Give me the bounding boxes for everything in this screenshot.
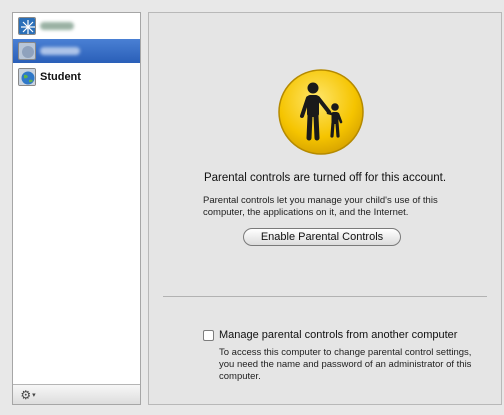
obscured-user-name: [40, 22, 74, 30]
user-list: Student ⚙ ▾: [12, 12, 141, 405]
chevron-down-icon: ▾: [32, 391, 36, 399]
status-title: Parental controls are turned off for thi…: [203, 172, 447, 184]
user-name: Student: [40, 71, 81, 83]
action-menu-button[interactable]: ⚙ ▾: [15, 387, 41, 402]
parental-controls-panel: Parental controls are turned off for thi…: [148, 12, 502, 405]
snowflake-avatar: [18, 17, 36, 35]
remote-management-description: To access this computer to change parent…: [219, 347, 472, 382]
user-list-item-3[interactable]: Student: [13, 65, 140, 89]
divider: [163, 296, 487, 297]
remote-management-label[interactable]: Manage parental controls from another co…: [219, 329, 457, 341]
user-list-item-1[interactable]: [13, 14, 140, 38]
parental-controls-icon: [277, 68, 365, 159]
sidebar-footer: ⚙ ▾: [13, 384, 140, 404]
globe-avatar: [18, 68, 36, 86]
remote-management-option: Manage parental controls from another co…: [203, 329, 457, 341]
gear-icon: ⚙: [20, 387, 32, 402]
obscured-user-name: [40, 47, 80, 55]
status-description: Parental controls let you manage your ch…: [203, 195, 438, 218]
blurred-avatar: [18, 42, 36, 60]
remote-management-checkbox[interactable]: [203, 329, 214, 341]
user-list-item-2[interactable]: [13, 39, 140, 63]
enable-parental-controls-button[interactable]: Enable Parental Controls: [243, 228, 401, 246]
